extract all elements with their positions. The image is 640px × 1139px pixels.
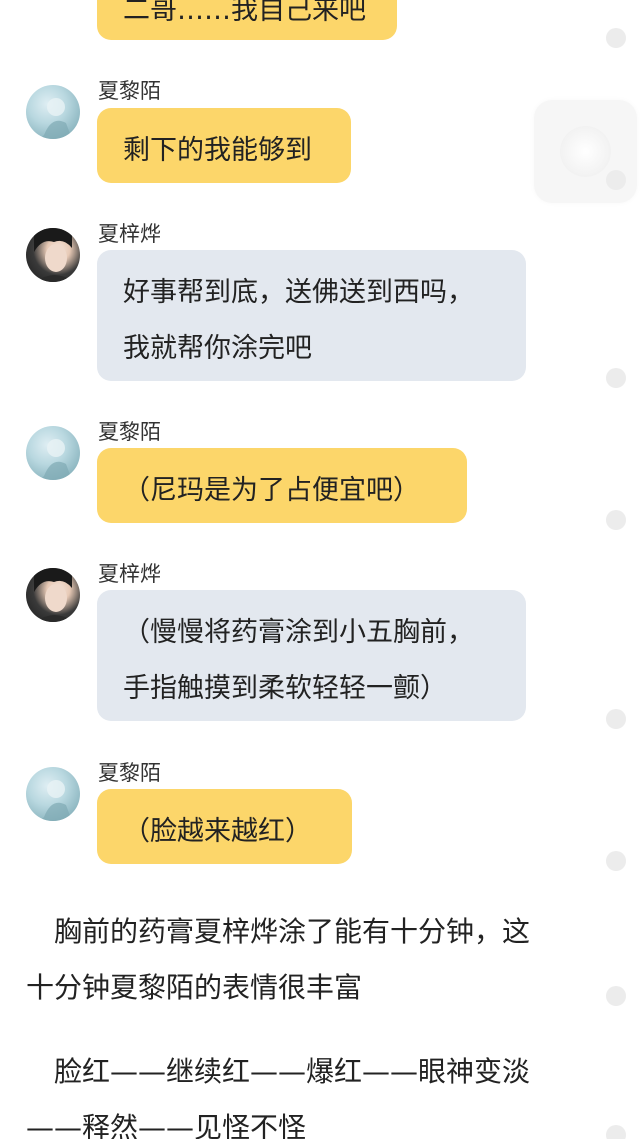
sender-name: 夏梓烨 [98, 562, 161, 586]
assistive-button-icon [560, 126, 611, 177]
message-text: 二哥……我自己来吧 [123, 0, 366, 26]
scroll-dot [606, 368, 626, 388]
narration-line: 十分钟夏黎陌的表情很丰富 [26, 971, 363, 1004]
scroll-dot [606, 1125, 626, 1139]
scroll-dot [606, 986, 626, 1006]
scroll-dot [606, 28, 626, 48]
message-text: 剩下的我能够到 [123, 135, 312, 166]
message-bubble[interactable]: （脸越来越红） [97, 789, 352, 864]
narration-line: ——释然——见怪不怪 [26, 1111, 307, 1139]
narration-line: 胸前的药膏夏梓烨涂了能有十分钟，这 [26, 915, 531, 948]
narration-paragraph: 脸红——继续红——爆红——眼神变淡 ——释然——见怪不怪 [26, 1044, 616, 1139]
sender-name: 夏梓烨 [98, 222, 161, 246]
message-bubble[interactable]: （尼玛是为了占便宜吧） [97, 448, 467, 523]
message-text: （脸越来越红） [123, 816, 312, 847]
message-text-line: 手指触摸到柔软轻轻一颤） [123, 673, 447, 704]
avatar[interactable] [26, 426, 80, 480]
scroll-dot [606, 510, 626, 530]
avatar[interactable] [26, 568, 80, 622]
scroll-dot [606, 170, 626, 190]
message-bubble-partial[interactable]: 二哥……我自己来吧 [97, 0, 397, 40]
avatar[interactable] [26, 228, 80, 282]
message-text-line: 好事帮到底，送佛送到西吗， [123, 277, 474, 308]
message-bubble[interactable]: （慢慢将药膏涂到小五胸前， 手指触摸到柔软轻轻一颤） [97, 590, 526, 721]
chat-page: 二哥……我自己来吧 夏黎陌 剩下的我能够到 夏梓烨 好事帮到底，送佛送到西吗， … [0, 0, 640, 1139]
sender-name: 夏黎陌 [98, 420, 161, 444]
message-text-line: （慢慢将药膏涂到小五胸前， [123, 617, 474, 648]
message-text-line: 我就帮你涂完吧 [123, 333, 312, 364]
avatar[interactable] [26, 767, 80, 821]
scroll-dot [606, 709, 626, 729]
narration-line: 脸红——继续红——爆红——眼神变淡 [26, 1055, 531, 1088]
scroll-dot [606, 851, 626, 871]
sender-name: 夏黎陌 [98, 761, 161, 785]
message-bubble[interactable]: 好事帮到底，送佛送到西吗， 我就帮你涂完吧 [97, 250, 526, 381]
message-text: （尼玛是为了占便宜吧） [123, 475, 420, 506]
sender-name: 夏黎陌 [98, 79, 161, 103]
narration-paragraph: 胸前的药膏夏梓烨涂了能有十分钟，这 十分钟夏黎陌的表情很丰富 [26, 904, 616, 1016]
message-bubble[interactable]: 剩下的我能够到 [97, 108, 351, 183]
avatar[interactable] [26, 85, 80, 139]
